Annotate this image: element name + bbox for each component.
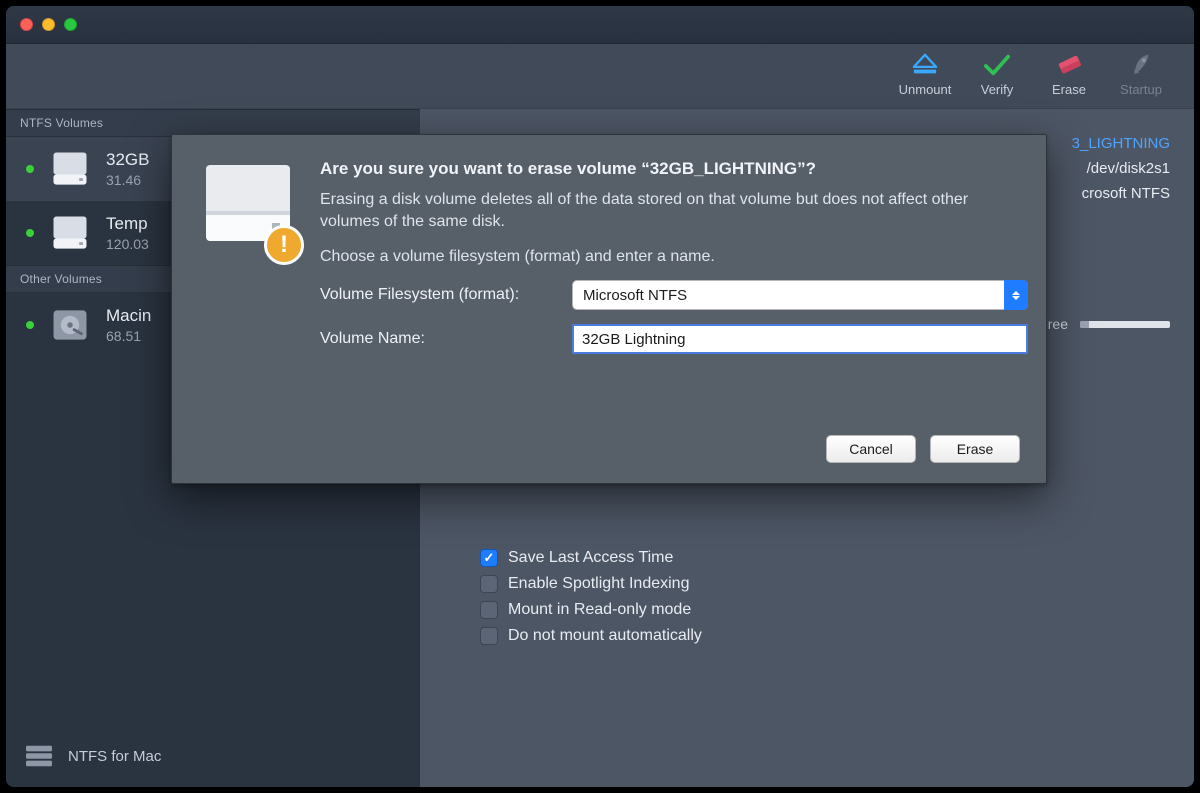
space-bar xyxy=(1080,321,1170,328)
detail-filesystem: crosoft NTFS xyxy=(1082,185,1170,202)
volume-details: 3_LIGHTNING /dev/disk2s1 crosoft NTFS xyxy=(1072,131,1170,206)
zoom-window-icon[interactable] xyxy=(64,18,77,31)
cancel-button[interactable]: Cancel xyxy=(826,435,916,463)
external-disk-icon xyxy=(48,211,92,255)
button-label: Cancel xyxy=(849,441,893,457)
option-save-last-access[interactable]: Save Last Access Time xyxy=(480,549,702,567)
internal-disk-icon xyxy=(48,303,92,347)
eject-icon xyxy=(910,52,940,78)
dialog-title: Are you sure you want to erase volume “3… xyxy=(320,159,1028,179)
option-label: Do not mount automatically xyxy=(508,627,702,645)
mount-options: Save Last Access Time Enable Spotlight I… xyxy=(480,549,702,645)
sidebar-section-header: NTFS Volumes xyxy=(6,109,420,137)
option-label: Save Last Access Time xyxy=(508,549,673,567)
option-label: Mount in Read-only mode xyxy=(508,601,691,619)
sidebar-footer-label: NTFS for Mac xyxy=(68,748,161,765)
external-disk-icon xyxy=(48,147,92,191)
status-dot-icon xyxy=(26,229,34,237)
eraser-icon xyxy=(1054,52,1084,78)
checkbox-icon[interactable] xyxy=(480,549,498,567)
volume-name-label: Volume Name: xyxy=(320,330,572,348)
verify-button[interactable]: Verify xyxy=(964,52,1030,97)
toolbar-label: Verify xyxy=(981,82,1014,97)
volume-subtext: 120.03 xyxy=(106,236,149,252)
volume-name-input[interactable] xyxy=(572,324,1028,354)
warning-badge-icon: ! xyxy=(264,225,304,265)
option-readonly[interactable]: Mount in Read-only mode xyxy=(480,601,702,619)
detail-mountpoint: 3_LIGHTNING xyxy=(1072,135,1170,152)
filesystem-select[interactable]: Microsoft NTFS xyxy=(572,280,1028,310)
unmount-button[interactable]: Unmount xyxy=(892,52,958,97)
option-spotlight[interactable]: Enable Spotlight Indexing xyxy=(480,575,702,593)
toolbar: Unmount Verify Erase xyxy=(6,44,1194,109)
erase-dialog: ! Are you sure you want to erase volume … xyxy=(171,134,1047,484)
dropdown-caret-icon xyxy=(1004,280,1028,310)
dialog-paragraph: Erasing a disk volume deletes all of the… xyxy=(320,189,1000,234)
traffic-lights xyxy=(20,18,77,31)
option-noauto[interactable]: Do not mount automatically xyxy=(480,627,702,645)
checkbox-icon[interactable] xyxy=(480,575,498,593)
volume-name: Temp xyxy=(106,214,149,234)
option-label: Enable Spotlight Indexing xyxy=(508,575,689,593)
filesystem-value: Microsoft NTFS xyxy=(572,280,1028,310)
checkbox-icon[interactable] xyxy=(480,627,498,645)
dialog-buttons: Cancel Erase xyxy=(198,435,1020,463)
app-window: Unmount Verify Erase xyxy=(6,6,1194,787)
rocket-icon xyxy=(1126,52,1156,78)
status-dot-icon xyxy=(26,165,34,173)
erase-button[interactable]: Erase xyxy=(1036,52,1102,97)
titlebar xyxy=(6,6,1194,44)
checkbox-icon[interactable] xyxy=(480,601,498,619)
volume-subtext: 68.51 xyxy=(106,328,151,344)
detail-device: /dev/disk2s1 xyxy=(1087,160,1170,177)
drive-stack-icon xyxy=(24,743,54,769)
toolbar-label: Unmount xyxy=(899,82,952,97)
minimize-window-icon[interactable] xyxy=(42,18,55,31)
volume-name: 32GB xyxy=(106,150,149,170)
erase-confirm-button[interactable]: Erase xyxy=(930,435,1020,463)
volume-subtext: 31.46 xyxy=(106,172,149,188)
filesystem-label: Volume Filesystem (format): xyxy=(320,286,572,304)
startup-button: Startup xyxy=(1108,52,1174,97)
volume-name: Macin xyxy=(106,306,151,326)
status-dot-icon xyxy=(26,321,34,329)
button-label: Erase xyxy=(957,441,994,457)
dialog-text: Are you sure you want to erase volume “3… xyxy=(320,159,1028,354)
toolbar-label: Erase xyxy=(1052,82,1086,97)
check-icon xyxy=(982,52,1012,78)
dialog-icon: ! xyxy=(198,159,298,259)
dialog-paragraph: Choose a volume filesystem (format) and … xyxy=(320,246,1000,268)
sidebar-footer: NTFS for Mac xyxy=(6,729,420,787)
toolbar-label: Startup xyxy=(1120,82,1162,97)
dialog-form: Volume Filesystem (format): Microsoft NT… xyxy=(320,280,1028,354)
close-window-icon[interactable] xyxy=(20,18,33,31)
